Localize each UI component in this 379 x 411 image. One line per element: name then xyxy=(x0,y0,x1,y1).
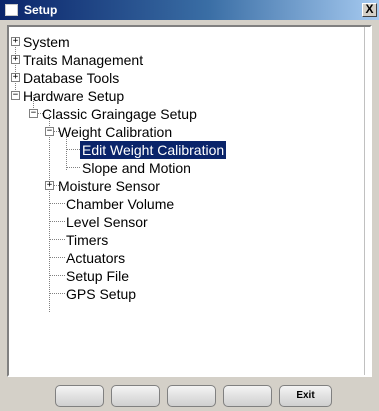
window-icon xyxy=(5,4,18,16)
tree-node-label: GPS Setup xyxy=(66,286,137,302)
blank-button-2[interactable] xyxy=(111,385,160,407)
tree-connector xyxy=(49,293,65,294)
blank-button-1[interactable] xyxy=(55,385,104,407)
setup-window: Setup X + + + − − − + System Traits Mana… xyxy=(0,0,379,411)
plus-expander-icon[interactable]: + xyxy=(11,73,20,82)
tree-node-label: Hardware Setup xyxy=(23,88,125,104)
bottom-button-bar: Exit xyxy=(55,385,332,407)
plus-expander-icon[interactable]: + xyxy=(11,55,20,64)
tree-node-label: System xyxy=(23,34,70,50)
tree-node-label: Slope and Motion xyxy=(82,160,191,176)
tree-connector xyxy=(49,203,65,204)
exit-button[interactable]: Exit xyxy=(279,385,332,407)
tree-node-label: Setup File xyxy=(66,268,130,284)
minus-expander-icon[interactable]: − xyxy=(29,109,38,118)
tree-node-label: Level Sensor xyxy=(66,214,148,230)
tree-node-label: Chamber Volume xyxy=(66,196,175,212)
tree-node-label: Moisture Sensor xyxy=(58,178,160,194)
tree-connector xyxy=(15,41,16,96)
blank-button-4[interactable] xyxy=(223,385,272,407)
tree-node-label: Actuators xyxy=(66,250,126,266)
tree-node-label: Traits Management xyxy=(23,52,144,68)
blank-button-3[interactable] xyxy=(167,385,216,407)
plus-expander-icon[interactable]: + xyxy=(11,37,20,46)
tree-node-label: Classic Graingage Setup xyxy=(42,106,197,122)
minus-expander-icon[interactable]: − xyxy=(45,127,54,136)
close-button[interactable]: X xyxy=(362,3,377,17)
tree-node-label: Weight Calibration xyxy=(58,124,173,140)
tree-connector xyxy=(49,275,65,276)
setup-tree: + + + − − − + System Traits Management D… xyxy=(7,25,372,377)
title-bar[interactable]: Setup X xyxy=(0,0,379,20)
tree-connector xyxy=(49,239,65,240)
tree-scroll-edge xyxy=(364,27,370,375)
plus-expander-icon[interactable]: + xyxy=(45,181,54,190)
tree-node-label: Database Tools xyxy=(23,70,120,86)
tree-node-label-selected: Edit Weight Calibration xyxy=(80,141,227,159)
minus-expander-icon[interactable]: − xyxy=(11,91,20,100)
tree-connector xyxy=(49,114,50,312)
window-title: Setup xyxy=(24,3,58,17)
tree-connector xyxy=(66,149,80,150)
tree-connector xyxy=(49,257,65,258)
tree-connector xyxy=(49,221,65,222)
tree-connector xyxy=(66,167,80,168)
tree-node-label: Timers xyxy=(66,232,109,248)
